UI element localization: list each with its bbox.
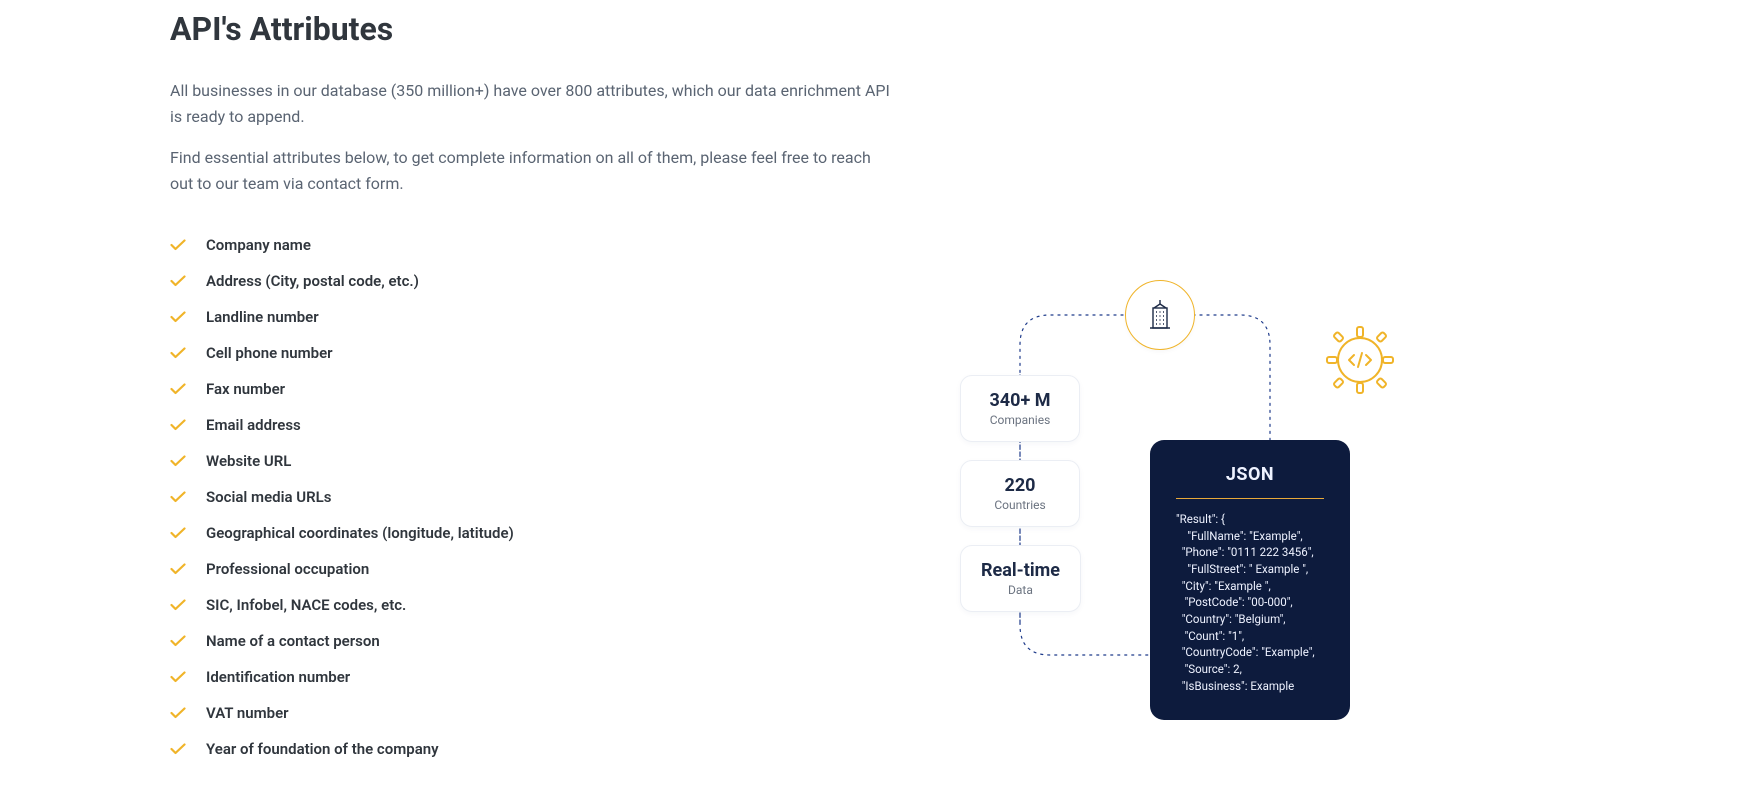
attribute-item: Name of a contact person — [170, 632, 890, 650]
intro-paragraph-2: Find essential attributes below, to get … — [170, 145, 890, 196]
attribute-item: Landline number — [170, 308, 890, 326]
attribute-label: Company name — [206, 236, 311, 254]
attribute-label: Year of foundation of the company — [206, 740, 439, 758]
attribute-item: Fax number — [170, 380, 890, 398]
attribute-item: Email address — [170, 416, 890, 434]
attribute-item: Social media URLs — [170, 488, 890, 506]
data-flow-diagram: 340+ M Companies 220 Countries Real-time… — [960, 280, 1420, 700]
attribute-label: Address (City, postal code, etc.) — [206, 272, 419, 290]
check-icon — [170, 633, 186, 649]
attribute-label: Fax number — [206, 380, 285, 398]
attribute-item: Address (City, postal code, etc.) — [170, 272, 890, 290]
attribute-item: VAT number — [170, 704, 890, 722]
json-card-header: JSON — [1176, 462, 1324, 499]
check-icon — [170, 273, 186, 289]
attribute-item: Geographical coordinates (longitude, lat… — [170, 524, 890, 542]
check-icon — [170, 705, 186, 721]
attribute-item: Website URL — [170, 452, 890, 470]
stat-companies-label: Companies — [981, 413, 1059, 427]
check-icon — [170, 345, 186, 361]
json-card-body: "Result": { "FullName": "Example", "Phon… — [1176, 511, 1324, 694]
json-response-card: JSON "Result": { "FullName": "Example", … — [1150, 440, 1350, 720]
intro-paragraph-1: All businesses in our database (350 mill… — [170, 78, 890, 129]
check-icon — [170, 237, 186, 253]
attribute-label: Identification number — [206, 668, 350, 686]
attribute-label: Social media URLs — [206, 488, 331, 506]
check-icon — [170, 417, 186, 433]
check-icon — [170, 525, 186, 541]
attribute-label: Name of a contact person — [206, 632, 380, 650]
stat-companies: 340+ M Companies — [960, 375, 1080, 442]
attribute-item: Professional occupation — [170, 560, 890, 578]
stat-countries-label: Countries — [981, 498, 1059, 512]
page-heading: API's Attributes — [170, 10, 890, 48]
attribute-label: Landline number — [206, 308, 319, 326]
stat-realtime: Real-time Data — [960, 545, 1081, 612]
attribute-item: Company name — [170, 236, 890, 254]
attribute-label: Website URL — [206, 452, 291, 470]
check-icon — [170, 309, 186, 325]
attribute-label: Email address — [206, 416, 301, 434]
check-icon — [170, 597, 186, 613]
stat-realtime-title: Real-time — [981, 560, 1060, 581]
check-icon — [170, 489, 186, 505]
building-icon — [1125, 280, 1195, 350]
attribute-item: SIC, Infobel, NACE codes, etc. — [170, 596, 890, 614]
gear-code-icon — [1320, 320, 1400, 400]
attribute-label: Cell phone number — [206, 344, 333, 362]
check-icon — [170, 669, 186, 685]
attribute-item: Year of foundation of the company — [170, 740, 890, 758]
check-icon — [170, 561, 186, 577]
check-icon — [170, 453, 186, 469]
stat-countries-number: 220 — [981, 475, 1059, 496]
stat-companies-number: 340+ M — [981, 390, 1059, 411]
stat-countries: 220 Countries — [960, 460, 1080, 527]
attribute-item: Identification number — [170, 668, 890, 686]
stat-realtime-label: Data — [981, 583, 1060, 597]
attribute-item: Cell phone number — [170, 344, 890, 362]
attribute-label: Professional occupation — [206, 560, 369, 578]
attribute-label: Geographical coordinates (longitude, lat… — [206, 524, 514, 542]
attributes-list: Company name Address (City, postal code, … — [170, 236, 890, 758]
attribute-label: SIC, Infobel, NACE codes, etc. — [206, 596, 406, 614]
attribute-label: VAT number — [206, 704, 289, 722]
check-icon — [170, 741, 186, 757]
check-icon — [170, 381, 186, 397]
